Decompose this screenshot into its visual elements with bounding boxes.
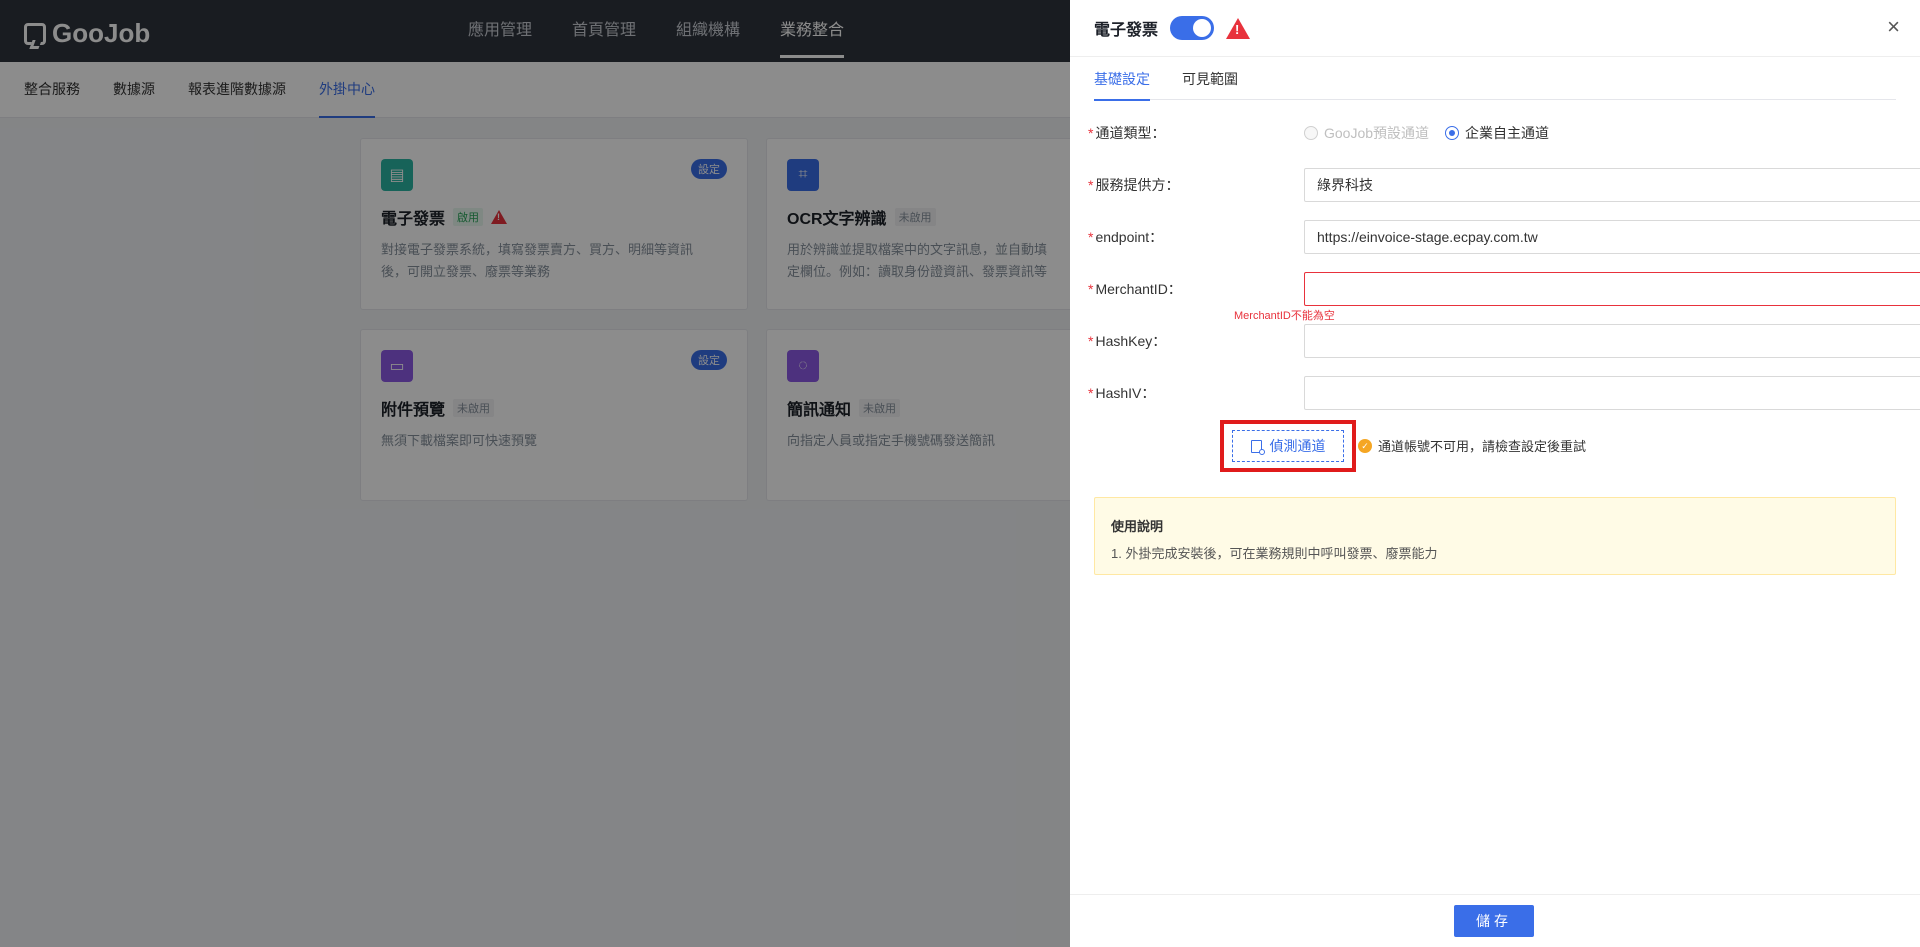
check-circle-icon: ✓ bbox=[1358, 438, 1372, 453]
endpoint-label: endpoint： bbox=[1095, 229, 1164, 245]
radio-default-channel[interactable]: GooJob預設通道 bbox=[1304, 123, 1429, 143]
save-button[interactable]: 儲存 bbox=[1454, 905, 1534, 937]
form-row-merchant-id: * MerchantID： bbox=[1088, 272, 1920, 306]
form-row-endpoint: * endpoint： bbox=[1088, 220, 1920, 254]
merchant-id-error: MerchantID不能為空 bbox=[1234, 310, 1335, 322]
radio-label: GooJob預設通道 bbox=[1324, 125, 1430, 141]
hashkey-input[interactable] bbox=[1304, 324, 1920, 358]
hashiv-label: HashIV： bbox=[1095, 385, 1156, 401]
enable-toggle[interactable] bbox=[1170, 16, 1215, 40]
drawer-footer: 儲存 bbox=[1070, 894, 1920, 947]
radio-custom-channel[interactable]: 企業自主通道 bbox=[1445, 123, 1549, 143]
settings-drawer: 電子發票 × 基礎設定 可見範圍 *通道類型： GooJob預設通道 企業自主通… bbox=[1070, 0, 1920, 947]
help-title: 使用說明 bbox=[1111, 519, 1164, 534]
form-row-hashkey: * HashKey： bbox=[1088, 324, 1920, 358]
hashkey-label: HashKey： bbox=[1095, 333, 1167, 349]
drawer-title: 電子發票 bbox=[1094, 22, 1159, 39]
merchant-id-input[interactable] bbox=[1304, 272, 1920, 306]
radio-label: 企業自主通道 bbox=[1465, 125, 1550, 141]
toggle-knob bbox=[1193, 19, 1212, 37]
channel-type-label: 通道類型： bbox=[1095, 125, 1166, 141]
detect-channel-button[interactable]: 偵測通道 bbox=[1232, 430, 1344, 462]
detect-status-text: 通道帳號不可用，請檢查設定後重試 bbox=[1378, 439, 1587, 454]
modal-overlay[interactable] bbox=[0, 0, 1070, 947]
tab-visibility[interactable]: 可見範圍 bbox=[1182, 66, 1238, 100]
form-row-channel-type: * 通道類型： GooJob預設通道 企業自主通道 bbox=[1088, 116, 1898, 150]
channel-type-radio-group: GooJob預設通道 企業自主通道 bbox=[1304, 116, 1549, 150]
detect-highlight-box: 偵測通道 bbox=[1220, 420, 1356, 472]
provider-value: 綠界科技 bbox=[1317, 177, 1373, 193]
drawer-tabs: 基礎設定 可見範圍 bbox=[1094, 66, 1896, 101]
detect-button-label: 偵測通道 bbox=[1269, 438, 1326, 454]
provider-label: 服務提供方： bbox=[1095, 177, 1180, 193]
radio-dot bbox=[1445, 126, 1460, 140]
drawer-header: 電子發票 × bbox=[1070, 0, 1920, 57]
usage-help-box: 使用說明 1. 外掛完成安裝後，可在業務規則中呼叫發票、廢票能力 bbox=[1094, 497, 1896, 575]
radio-dot bbox=[1304, 126, 1318, 140]
tab-basic-settings[interactable]: 基礎設定 bbox=[1094, 66, 1150, 101]
provider-select[interactable]: 綠界科技 bbox=[1304, 168, 1920, 202]
endpoint-input[interactable] bbox=[1304, 220, 1920, 254]
warning-icon bbox=[1226, 17, 1251, 39]
form-row-provider: * 服務提供方： 綠界科技 bbox=[1088, 168, 1920, 202]
form-row-hashiv: * HashIV： bbox=[1088, 376, 1920, 410]
close-icon[interactable]: × bbox=[1887, 16, 1900, 38]
merchant-id-label: MerchantID： bbox=[1095, 281, 1182, 297]
doc-search-icon bbox=[1250, 439, 1265, 455]
hashiv-input[interactable] bbox=[1304, 376, 1920, 410]
help-text: 1. 外掛完成安裝後，可在業務規則中呼叫發票、廢票能力 bbox=[1111, 546, 1438, 561]
detect-status: ✓ 通道帳號不可用，請檢查設定後重試 bbox=[1358, 436, 1586, 455]
